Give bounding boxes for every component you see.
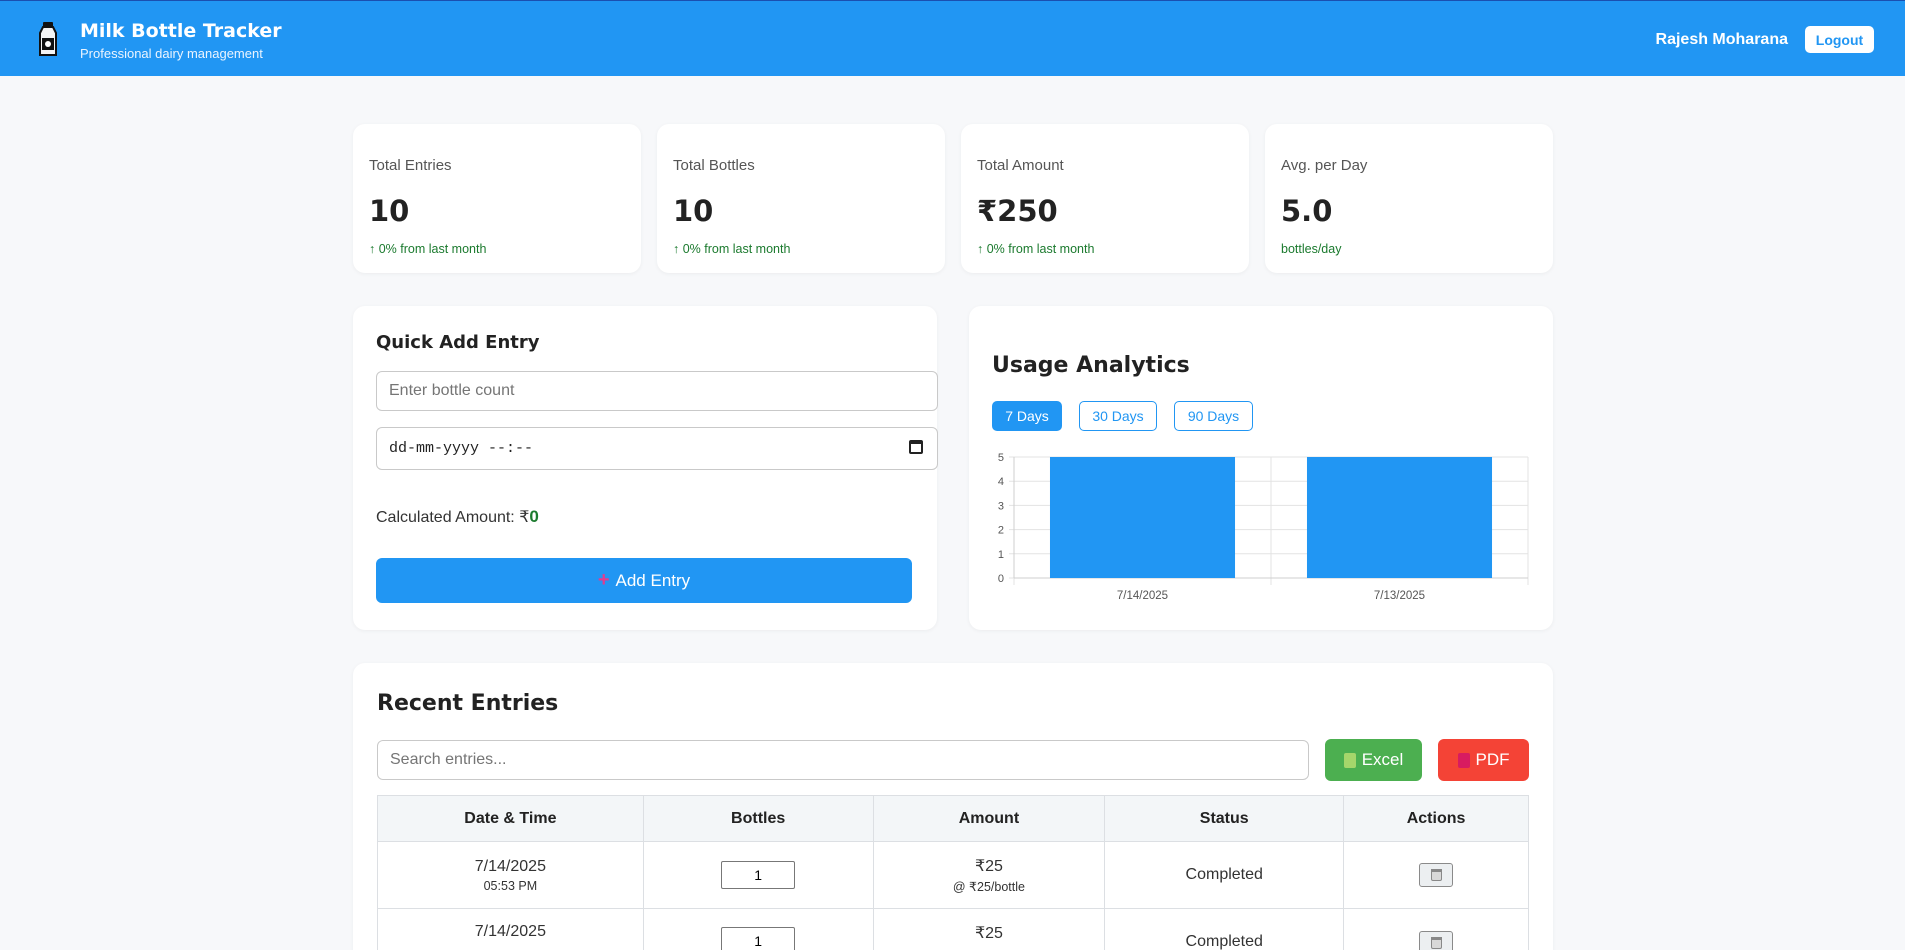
delete-entry-button[interactable] <box>1419 931 1454 950</box>
stat-value: 10 <box>369 194 410 228</box>
entry-time: 05:53 PM <box>483 878 538 893</box>
bottles-cell <box>642 908 874 950</box>
amount-cell: ₹25 <box>872 908 1106 950</box>
datetime-placeholder: dd-mm-yyyy --:-- <box>389 440 534 457</box>
status-cell: Completed <box>1104 908 1345 950</box>
excel-export-button[interactable]: Excel <box>1325 739 1422 781</box>
column-header-date-time: Date & Time <box>377 795 644 842</box>
delete-entry-button[interactable] <box>1419 863 1454 887</box>
y-tick-label: 1 <box>998 549 1004 561</box>
status-cell: Completed <box>1104 841 1345 909</box>
stat-card-total-entries: Total Entries 10 ↑ 0% from last month <box>353 124 641 273</box>
y-tick-label: 4 <box>998 476 1004 488</box>
quick-add-panel: Quick Add Entry dd-mm-yyyy --:-- Calcula… <box>353 306 938 630</box>
datetime-input[interactable]: dd-mm-yyyy --:-- <box>376 427 938 470</box>
stat-note: ↑ 0% from last month <box>977 242 1095 256</box>
column-header-bottles: Bottles <box>642 795 874 842</box>
column-header-actions: Actions <box>1343 795 1529 842</box>
quick-add-title: Quick Add Entry <box>376 332 540 353</box>
stat-note: ↑ 0% from last month <box>369 242 487 256</box>
stat-value: 10 <box>673 194 714 228</box>
y-tick-label: 3 <box>998 500 1004 512</box>
table-header-row: Date & Time Bottles Amount Status Action… <box>377 795 1529 842</box>
stat-card-avg-per-day: Avg. per Day 5.0 bottles/day <box>1265 124 1553 273</box>
y-tick-label: 5 <box>998 452 1004 464</box>
search-entries-input[interactable] <box>377 740 1309 780</box>
plus-icon: + <box>597 569 610 591</box>
amount-cell: ₹25 @ ₹25/bottle <box>872 841 1106 909</box>
app-subtitle: Professional dairy management <box>80 46 263 61</box>
column-header-status: Status <box>1104 795 1345 842</box>
stat-note: ↑ 0% from last month <box>673 242 791 256</box>
y-tick-label: 0 <box>998 573 1004 585</box>
x-tick-label: 7/14/2025 <box>1117 590 1168 602</box>
stat-note: bottles/day <box>1281 242 1342 256</box>
stat-label: Total Amount <box>977 157 1064 174</box>
red-book-icon <box>1457 752 1470 768</box>
actions-cell <box>1343 841 1529 909</box>
table-row: 7/14/2025 05:53 PM ₹25 @ ₹25/bottle Comp… <box>377 841 1529 909</box>
trash-icon <box>1430 937 1442 949</box>
entry-date: 7/14/2025 <box>474 923 546 940</box>
calendar-icon[interactable] <box>909 440 923 454</box>
calculated-amount: Calculated Amount: ₹0 <box>376 507 539 527</box>
add-entry-button[interactable]: + Add Entry <box>376 558 912 603</box>
y-tick-label: 2 <box>998 525 1004 537</box>
bottle-count-input[interactable] <box>376 371 938 411</box>
recent-entries-panel: Recent Entries Excel PDF Date & Time Bot… <box>353 663 1553 950</box>
stat-label: Total Entries <box>369 157 452 174</box>
entry-rate: @ ₹25/bottle <box>952 880 1025 894</box>
date-time-cell: 7/14/2025 <box>377 908 644 950</box>
stat-label: Avg. per Day <box>1281 157 1368 174</box>
pdf-label: PDF <box>1475 750 1510 769</box>
entry-amount: ₹25 <box>974 925 1003 942</box>
bottles-quantity-input[interactable] <box>721 927 796 950</box>
bottles-quantity-input[interactable] <box>721 861 796 889</box>
top-bar: Milk Bottle Tracker Professional dairy m… <box>0 0 1905 76</box>
recent-entries-title: Recent Entries <box>377 691 559 716</box>
bar <box>1306 457 1493 578</box>
column-header-amount: Amount <box>872 795 1106 842</box>
date-time-cell: 7/14/2025 05:53 PM <box>377 841 644 909</box>
add-entry-label: Add Entry <box>615 570 691 590</box>
stat-card-total-amount: Total Amount ₹250 ↑ 0% from last month <box>961 124 1249 273</box>
actions-cell <box>1343 908 1529 950</box>
table-row: 7/14/2025 ₹25 Completed <box>377 908 1529 950</box>
entry-date: 7/14/2025 <box>474 857 546 875</box>
stat-value: ₹250 <box>977 194 1058 228</box>
green-book-icon <box>1343 752 1356 768</box>
stat-value: 5.0 <box>1281 194 1333 228</box>
pdf-export-button[interactable]: PDF <box>1438 739 1529 781</box>
trash-icon <box>1430 869 1442 881</box>
x-tick-label: 7/13/2025 <box>1374 590 1425 602</box>
entry-amount: ₹25 <box>974 858 1003 875</box>
milk-bottle-icon <box>39 22 57 56</box>
stat-card-total-bottles: Total Bottles 10 ↑ 0% from last month <box>657 124 945 273</box>
recent-entries-table: Date & Time Bottles Amount Status Action… <box>377 795 1529 950</box>
calculated-amount-label: Calculated Amount: ₹ <box>376 509 530 526</box>
usage-analytics-panel: Usage Analytics 7 Days 30 Days 90 Days 0… <box>969 306 1553 630</box>
logout-button[interactable]: Logout <box>1805 26 1874 53</box>
bar <box>1049 457 1236 578</box>
app-title: Milk Bottle Tracker <box>80 20 282 42</box>
excel-label: Excel <box>1361 750 1404 769</box>
usage-bar-chart: 0 1 2 3 4 5 7/14/2025 7/13/2025 <box>998 452 1529 602</box>
bottles-cell <box>642 841 874 909</box>
user-name: Rajesh Moharana <box>1655 31 1788 48</box>
calculated-amount-value: 0 <box>529 507 539 526</box>
stat-label: Total Bottles <box>673 157 755 174</box>
